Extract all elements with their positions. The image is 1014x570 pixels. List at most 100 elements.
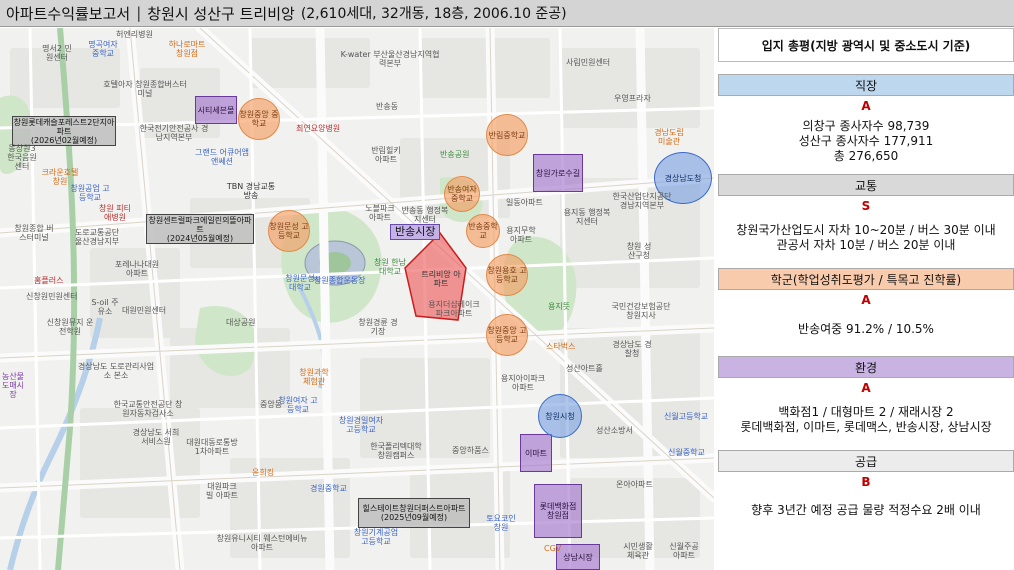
place-label: 창원종합 버스터미널 [14, 224, 54, 242]
place-label: S-oil 주유소 [91, 298, 119, 316]
place-label: 창원기계공업 고등학교 [353, 528, 399, 546]
shopping-box[interactable]: 이마트 [520, 434, 552, 472]
school-circle[interactable]: 창원용호 고등학교 [486, 254, 528, 296]
body-line: 총 276,650 [833, 148, 899, 163]
place-label: 온아아파트 [616, 480, 653, 489]
place-label: 신창원민원센터 [26, 292, 78, 301]
panel-title: 입지 총평(지방 광역시 및 중소도시 기준) [718, 28, 1014, 62]
place-label: 창원 성산구청 [626, 242, 652, 260]
body-line: 롯데백화점, 이마트, 롯데맥스, 반송시장, 상남시장 [740, 420, 992, 434]
section-body-supply: 향후 3년간 예정 공급 물량 적정수요 2배 이내 [718, 492, 1014, 528]
place-label: 동창원3 한국음원센터 [7, 144, 37, 171]
place-label: 한국산업단지공단 경남지역본부 [612, 192, 672, 210]
place-label: 국민건강보험공단 창원지사 [611, 302, 671, 320]
place-label: 창원경일여자 고등학교 [338, 416, 384, 434]
school-circle[interactable]: 창원문성 고등학교 [268, 210, 310, 252]
grade-work: A [861, 99, 871, 113]
complex-meta: (2,610세대, 32개동, 18층, 2006.10 준공) [300, 6, 567, 22]
planned-complex-name: 창원롯데캐슬포레스트2단지아파트 [13, 117, 115, 136]
place-label: CGV [544, 544, 562, 553]
place-label: 포레나나대원 아파트 [114, 260, 160, 278]
section-header-transport: 교통 [718, 174, 1014, 196]
place-label: 명서2 민원센터 [42, 44, 72, 62]
place-label: 일동아파트 [506, 198, 543, 207]
place-label: K-water 부산울산경남지역협력본부 [340, 50, 440, 68]
report-title: 아파트수익률보고서 [6, 4, 131, 23]
school-circle[interactable]: 창원중앙 중학교 [238, 98, 280, 140]
place-label: 창원여자 고등학교 [278, 396, 318, 414]
place-label: 창원유니시티 웨스턴에비뉴아파트 [216, 534, 308, 552]
place-label: 농산물 도매시장 [1, 372, 25, 399]
place-label: 사림민원센터 [566, 58, 611, 67]
place-label: 창원문성 대학교 [285, 274, 315, 292]
section-header-supply: 공급 [718, 450, 1014, 472]
body-line: 의창구 종사자수 98,739 [802, 118, 930, 133]
place-label: 윤희킹 [252, 468, 275, 477]
school-circle[interactable]: 반송중학교 [466, 214, 500, 248]
place-label: 반송공원 [440, 150, 470, 159]
body-line: 관공서 자차 10분 / 버스 20분 이내 [776, 238, 956, 252]
planned-complex-box[interactable]: 창원롯데캐슬포레스트2단지아파트 (2026년02월예정) [12, 116, 116, 146]
place-label: 반송동 행정복지센터 [401, 206, 449, 224]
place-label: 경남도립 미술관 [654, 128, 684, 146]
market-tag[interactable]: 반송시장 [390, 224, 441, 240]
place-label: 신월고등학교 [664, 412, 709, 421]
place-label: 노블파크 아파트 [365, 204, 395, 222]
section-body-environment: 백화점1 / 대형마트 2 / 재래시장 2 롯데백화점, 이마트, 롯데맥스,… [718, 398, 1014, 442]
place-label: 대원민원센터 [122, 306, 167, 315]
section-header-environment: 환경 [718, 356, 1014, 378]
place-label: 반송동 [376, 102, 399, 111]
place-label: 성산소방서 [596, 426, 633, 435]
body-line: 성산구 종사자수 177,911 [798, 133, 934, 148]
place-label: 창원경륜 경기장 [358, 318, 398, 336]
planned-complex-name: 창원센트럴파크에일린의뜰아파트 [148, 215, 252, 234]
title-bar: 아파트수익률보고서 | 창원시 성산구 트리비앙 (2,610세대, 32개동,… [0, 0, 1014, 27]
place-label: 허엔리병원 [116, 30, 153, 39]
place-label: 한국폴리텍대학 창원캠퍼스 [370, 442, 422, 460]
section-header-work: 직장 [718, 74, 1014, 96]
school-circle[interactable]: 창원중앙 고등학교 [486, 314, 528, 356]
place-label: 우영프라자 [614, 94, 651, 103]
planned-complex-date: (2026년02월예정) [30, 135, 98, 145]
location-summary-panel: 입지 총평(지방 광역시 및 중소도시 기준) 직장 A 의창구 종사자수 98… [718, 28, 1014, 570]
school-circle[interactable]: 반림중학교 [486, 114, 528, 156]
place-label: 대상공원 [226, 318, 256, 327]
place-label: 홈플러스 [34, 276, 64, 285]
place-label: 신월중학교 [668, 448, 705, 457]
place-label: 명곡여자 중학교 [88, 40, 118, 58]
shopping-box[interactable]: 창원가로수길 [533, 154, 583, 192]
body-line: 백화점1 / 대형마트 2 / 재래시장 2 [778, 405, 954, 419]
shopping-box[interactable]: 시티세븐몰 [195, 96, 237, 124]
place-label: 경상남도 경찰청 [612, 340, 652, 358]
place-label: 대원대동로통방 1차아파트 [186, 438, 238, 456]
government-circle[interactable]: 창원시청 [538, 394, 582, 438]
planned-complex-box[interactable]: 창원센트럴파크에일린의뜰아파트 (2024년05월예정) [146, 214, 254, 244]
planned-complex-box[interactable]: 힐스테이트창원더퍼스트아파트 (2025년09월예정) [358, 498, 470, 528]
place-label: 창원공업 고등학교 [70, 184, 110, 202]
place-label: 시민생활 체육관 [623, 542, 653, 560]
place-label: 최연요양병원 [296, 124, 341, 133]
body-line: 반송여중 91.2% / 10.5% [798, 321, 934, 336]
planned-complex-name: 힐스테이트창원더퍼스트아파트 [362, 504, 466, 513]
place-label: 경상남도 도로관리사업소 본소 [77, 362, 155, 380]
subject-site-label: 트리비앙 아파트 [421, 270, 461, 288]
place-label: 창원과학 체험관 [299, 368, 329, 386]
grade-school: A [861, 293, 871, 307]
complex-name: 창원시 성산구 트리비앙 [147, 4, 295, 23]
place-label: 성산아트홀 [566, 364, 603, 373]
place-label: 창원종합운동장 [314, 276, 366, 285]
place-label: 토요코인 창원 [486, 514, 516, 532]
body-line: 창원국가산업도시 자차 10~20분 / 버스 30분 이내 [736, 223, 996, 237]
place-label: 도로교통공단 울산경남지부 [74, 228, 120, 246]
section-header-school: 학군(학업성취도평가 / 특목고 진학률) [718, 268, 1014, 290]
place-label: 하나로마트 창원점 [168, 40, 206, 58]
location-map[interactable]: 트리비앙 아파트 반송시장 창원롯데캐슬포레스트2단지아파트 (2026년02월… [0, 28, 714, 570]
grade-supply: B [861, 475, 871, 489]
shopping-box[interactable]: 롯데백화점 창원점 [534, 484, 582, 538]
place-label: 한국교통안전공단 창원자동차검사소 [113, 400, 183, 418]
place-label: 용지무학 아파트 [506, 226, 536, 244]
place-label: 경원중학교 [310, 484, 347, 493]
place-label: TBN 경남교통방송 [226, 182, 276, 200]
shopping-box[interactable]: 상남시장 [556, 544, 600, 570]
section-body-work: 의창구 종사자수 98,739 성산구 종사자수 177,911 총 276,6… [718, 116, 1014, 166]
